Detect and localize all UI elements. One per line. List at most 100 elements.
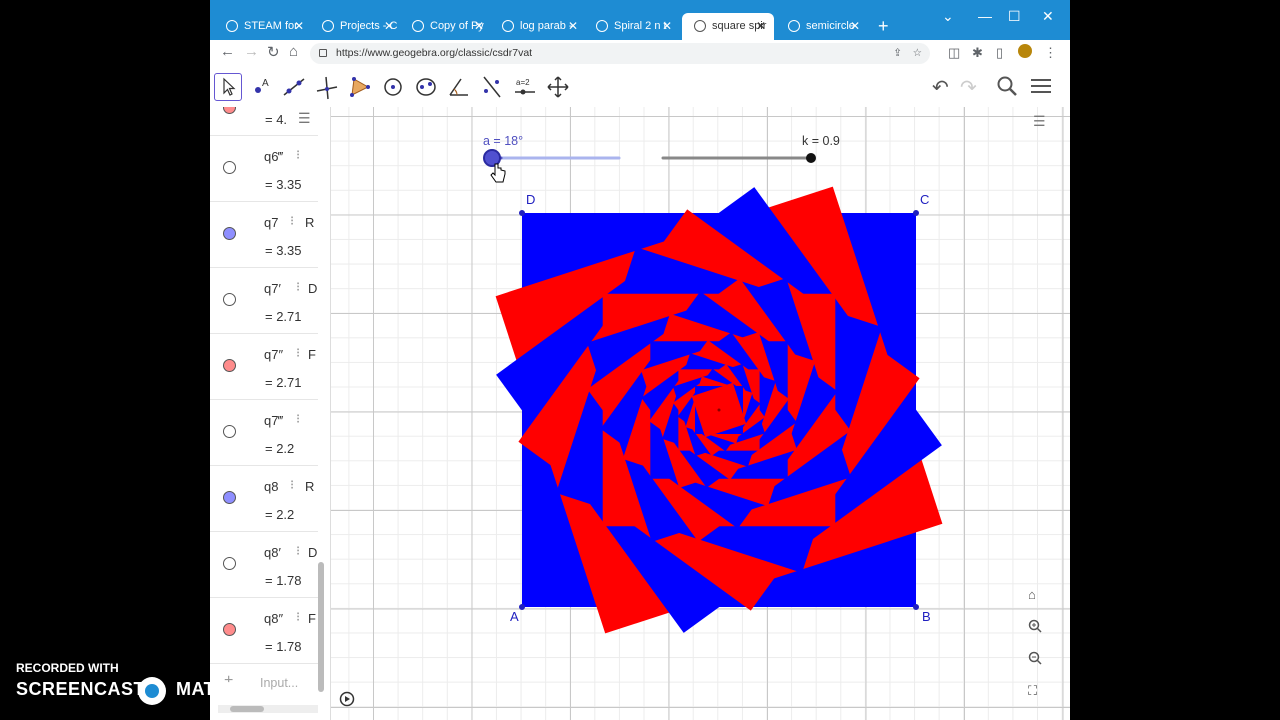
algebra-scrollbar[interactable] [318, 562, 324, 692]
close-tab-icon[interactable]: ✕ [384, 13, 394, 40]
horizontal-scrollbar[interactable] [218, 705, 318, 713]
tab-bar: STEAM for ✕ Projects - C ✕ Copy of Py ✕ log… [210, 0, 1070, 40]
share-icon[interactable]: ⇪ [893, 43, 902, 64]
algebra-value: = 2.71 [265, 309, 302, 324]
square-spiral-drawing: A B C D [483, 149, 943, 634]
geogebra-icon [788, 20, 800, 32]
tab-spiral[interactable]: Spiral 2 n t ✕ [584, 13, 680, 40]
algebra-item[interactable]: q7 ⁝ R = 3.35 [210, 201, 318, 268]
line-tool-button[interactable] [280, 73, 308, 101]
geogebra-icon [502, 20, 514, 32]
close-tab-icon[interactable]: ✕ [474, 13, 484, 40]
definition-icon: ⁝ [296, 543, 301, 558]
play-animation-button[interactable] [339, 691, 355, 707]
point-B[interactable] [913, 604, 919, 610]
algebra-value: = 2.2 [265, 507, 295, 522]
home-view-icon[interactable]: ⌂ [1028, 587, 1036, 602]
definition-icon: ⁝ [290, 477, 295, 492]
close-tab-icon[interactable]: ✕ [756, 13, 766, 40]
visibility-marker[interactable] [223, 425, 236, 438]
visibility-marker[interactable] [223, 107, 236, 114]
extension-icon[interactable]: ◫ [948, 45, 960, 61]
algebra-value: = 1.78 [265, 573, 302, 588]
document-icon [412, 20, 424, 32]
definition-icon: ⁝ [290, 213, 295, 228]
visibility-marker[interactable] [223, 491, 236, 504]
forward-icon[interactable]: → [244, 43, 259, 60]
close-tab-icon[interactable]: ✕ [568, 13, 578, 40]
algebra-item[interactable]: q8′ ⁝ D = 1.78 [210, 531, 318, 598]
definition-icon: ⁝ [296, 411, 301, 426]
maximize-button[interactable]: ☐ [1008, 8, 1021, 25]
circle-tool-button[interactable] [379, 73, 407, 101]
reflect-tool-button[interactable] [478, 73, 506, 101]
home-icon[interactable]: ⌂ [289, 43, 298, 60]
polygon-tool-button[interactable] [346, 73, 374, 101]
polygon-icon [350, 77, 370, 97]
close-tab-icon[interactable]: ✕ [662, 13, 672, 40]
svg-text:a=2: a=2 [516, 78, 530, 87]
minimize-button[interactable]: — [978, 8, 992, 24]
algebra-input[interactable]: Input... [260, 676, 298, 690]
redo-button[interactable]: ↷ [960, 75, 977, 100]
reflect-icon [483, 76, 501, 98]
search-icon[interactable] [996, 75, 1018, 103]
geogebra-toolbar: A a=2 ↶ ↷ [210, 67, 1070, 108]
point-D[interactable] [519, 210, 525, 216]
window-close-button[interactable]: ✕ [1042, 8, 1054, 25]
algebra-item[interactable]: q8 ⁝ R = 2.2 [210, 465, 318, 532]
tab-log-parab[interactable]: log parab - ✕ [490, 13, 586, 40]
tab-square-spiral[interactable]: square spir ✕ [682, 13, 774, 40]
algebra-item[interactable]: q7′ ⁝ D = 2.71 [210, 267, 318, 334]
move-graphics-tool-button[interactable] [544, 73, 572, 101]
algebra-view-menu-icon[interactable]: ☰ [298, 110, 311, 127]
sidebar-icon[interactable]: ▯ [996, 45, 1003, 61]
algebra-item[interactable]: q6‴ ⁝ = 3.35 [210, 135, 318, 202]
slider-tool-button[interactable]: a=2 [511, 73, 539, 101]
perpendicular-tool-button[interactable] [313, 73, 341, 101]
chevron-down-icon[interactable]: ⌄ [942, 8, 954, 25]
algebra-item[interactable]: q7‴ ⁝ = 2.2 [210, 399, 318, 466]
main-menu-icon[interactable] [1030, 75, 1052, 103]
fullscreen-icon[interactable]: ⛶ [1028, 683, 1037, 699]
close-tab-icon[interactable]: ✕ [850, 13, 860, 40]
visibility-marker[interactable] [223, 161, 236, 174]
tab-projects[interactable]: Projects - C ✕ [310, 13, 402, 40]
geogebra-icon [694, 20, 706, 32]
menu-dots-icon[interactable]: ⋮ [1044, 45, 1057, 61]
visibility-marker[interactable] [223, 623, 236, 636]
algebra-item[interactable]: q7″ ⁝ F = 2.71 [210, 333, 318, 400]
avatar[interactable] [1018, 44, 1032, 58]
angle-tool-button[interactable] [445, 73, 473, 101]
visibility-marker[interactable] [223, 293, 236, 306]
bookmark-star-icon[interactable]: ☆ [913, 43, 922, 64]
ellipse-tool-button[interactable] [412, 73, 440, 101]
graphics-view[interactable]: A B C D a = 18° k = 0.9 ☰ ⌂ ⛶ [331, 107, 1070, 720]
point-tool-button[interactable]: A [247, 73, 275, 101]
point-C[interactable] [913, 210, 919, 216]
algebra-object-name: q8 [264, 479, 279, 494]
undo-button[interactable]: ↶ [932, 75, 949, 100]
algebra-object-name: q7″ [264, 347, 284, 362]
graphics-menu-icon[interactable]: ☰ [1033, 113, 1046, 130]
url-field[interactable]: https://www.geogebra.org/classic/csdr7va… [310, 43, 930, 64]
puzzle-icon[interactable]: ✱ [972, 45, 983, 61]
reload-icon[interactable]: ↻ [267, 43, 280, 61]
move-tool-button[interactable] [214, 73, 242, 101]
tab-steam[interactable]: STEAM for ✕ [214, 13, 312, 40]
visibility-marker[interactable] [223, 359, 236, 372]
algebra-view[interactable]: = 4. ☰ q6‴ ⁝ = 3.35 q7 ⁝ R = 3.35 q7′ ⁝ D = 2.71 q7… [210, 107, 331, 720]
point-A[interactable] [519, 604, 525, 610]
back-icon[interactable]: ← [220, 43, 235, 60]
slider-k-knob[interactable] [806, 153, 816, 163]
tab-copy-of-py[interactable]: Copy of Py ✕ [400, 13, 492, 40]
visibility-marker[interactable] [223, 227, 236, 240]
tab-semicircle[interactable]: semicircle ✕ [776, 13, 868, 40]
new-tab-button[interactable]: + [878, 13, 889, 40]
slider-a-label: a = 18° [483, 134, 524, 148]
close-tab-icon[interactable]: ✕ [294, 13, 304, 40]
visibility-marker[interactable] [223, 557, 236, 570]
point-label: C [920, 192, 929, 207]
algebra-object-name: q7 [264, 215, 279, 230]
algebra-item[interactable]: q8″ ⁝ F = 1.78 [210, 597, 318, 664]
